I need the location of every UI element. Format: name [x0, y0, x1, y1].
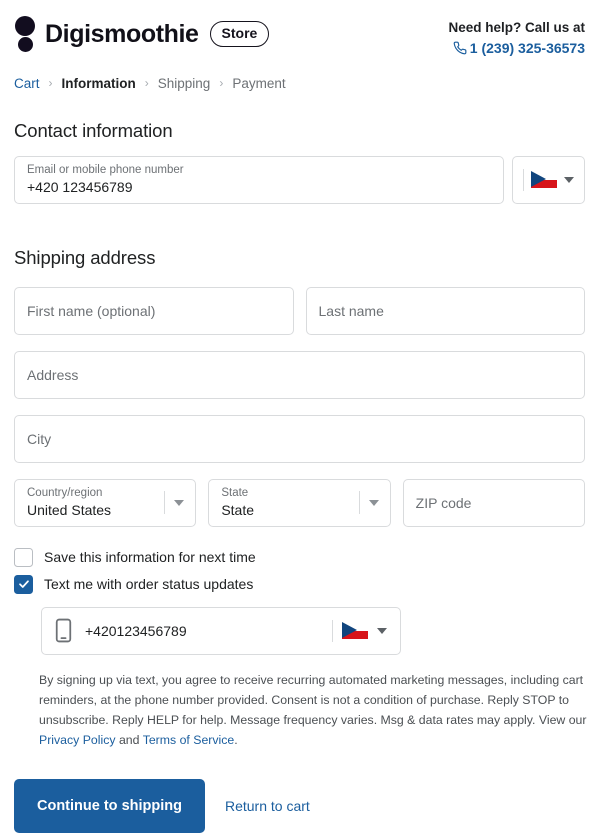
email-field-label: Email or mobile phone number: [27, 163, 184, 176]
legal-text-part-3: .: [234, 732, 238, 747]
breadcrumb-separator: ›: [219, 76, 224, 91]
address-field[interactable]: Address: [14, 350, 585, 399]
breadcrumb-item-information[interactable]: Information: [62, 76, 136, 91]
chevron-down-icon: [377, 627, 387, 634]
privacy-policy-link[interactable]: Privacy Policy: [39, 733, 116, 747]
shipping-address-section: Shipping address First name (optional) L…: [14, 247, 585, 527]
store-badge: Store: [209, 21, 270, 47]
first-name-field[interactable]: First name (optional): [14, 286, 294, 335]
breadcrumb-item-cart[interactable]: Cart: [14, 76, 40, 91]
contact-information-section: Contact information Email or mobile phon…: [14, 120, 585, 204]
terms-of-service-link[interactable]: Terms of Service: [143, 733, 235, 747]
sms-phone-field[interactable]: +420123456789: [41, 606, 401, 655]
email-or-phone-field[interactable]: Email or mobile phone number +420 123456…: [14, 155, 504, 204]
contact-input-row: Email or mobile phone number +420 123456…: [14, 155, 585, 204]
sms-legal-disclaimer: By signing up via text, you agree to rec…: [39, 671, 590, 751]
checkout-page: Digismoothie Store Need help? Call us at…: [0, 0, 599, 833]
contact-country-code-selector[interactable]: [512, 155, 585, 204]
last-name-field[interactable]: Last name: [305, 286, 585, 335]
divider: [358, 491, 360, 515]
save-information-label: Save this information for next time: [44, 549, 256, 566]
text-updates-label: Text me with order status updates: [44, 576, 254, 593]
divider: [332, 619, 333, 642]
divider: [523, 168, 524, 191]
city-field[interactable]: City: [14, 414, 585, 463]
chevron-down-icon: [564, 176, 574, 183]
help-phone-number: 1 (239) 325-36573: [469, 39, 585, 56]
breadcrumb-separator: ›: [48, 76, 53, 91]
return-to-cart-link[interactable]: Return to cart: [225, 798, 310, 814]
phone-icon: [453, 41, 467, 55]
address-placeholder: Address: [27, 366, 79, 383]
state-select-value: State: [221, 501, 255, 518]
breadcrumb: Cart › Information › Shipping › Payment: [14, 76, 585, 91]
city-placeholder: City: [27, 430, 52, 447]
state-select-label: State: [221, 486, 249, 499]
digismoothie-dots-logo-icon: [14, 14, 36, 54]
country-select-value: United States: [27, 501, 112, 518]
page-header: Digismoothie Store Need help? Call us at…: [14, 0, 585, 58]
breadcrumb-item-payment[interactable]: Payment: [232, 76, 285, 91]
help-phone-link[interactable]: 1 (239) 325-36573: [448, 38, 585, 58]
save-information-option[interactable]: Save this information for next time: [14, 547, 585, 567]
text-updates-checkbox[interactable]: [14, 574, 33, 594]
country-state-zip-row: Country/region United States State State: [14, 478, 585, 527]
name-fields-row: First name (optional) Last name: [14, 286, 585, 335]
email-field-value: +420 123456789: [27, 178, 133, 195]
divider: [164, 491, 166, 515]
chevron-down-icon: [174, 499, 185, 506]
country-region-select[interactable]: Country/region United States: [14, 478, 197, 527]
sms-phone-value: +420123456789: [85, 622, 187, 639]
form-actions: Continue to shipping Return to cart: [14, 779, 585, 833]
czech-republic-flag-icon: [342, 622, 368, 640]
text-updates-option[interactable]: Text me with order status updates: [14, 574, 585, 594]
breadcrumb-item-shipping[interactable]: Shipping: [158, 76, 211, 91]
contact-section-title: Contact information: [14, 119, 173, 141]
brand-name: Digismoothie: [45, 19, 199, 48]
help-block: Need help? Call us at 1 (239) 325-36573: [448, 14, 585, 58]
chevron-down-icon: [368, 499, 379, 506]
zip-code-placeholder: ZIP code: [415, 494, 472, 511]
first-name-placeholder: First name (optional): [27, 302, 156, 319]
help-title: Need help? Call us at: [448, 20, 585, 35]
breadcrumb-separator: ›: [144, 76, 149, 91]
brand-logo[interactable]: Digismoothie Store: [14, 14, 270, 54]
shipping-section-title: Shipping address: [14, 246, 156, 268]
save-information-checkbox[interactable]: [14, 547, 33, 567]
state-select[interactable]: State State: [208, 478, 391, 527]
continue-to-shipping-button[interactable]: Continue to shipping: [14, 779, 205, 833]
checkmark-icon: [18, 580, 29, 589]
country-select-label: Country/region: [27, 486, 103, 499]
legal-text-part-2: and: [115, 732, 143, 747]
zip-code-field[interactable]: ZIP code: [402, 478, 585, 527]
legal-text-part-1: By signing up via text, you agree to rec…: [39, 672, 587, 727]
mobile-phone-icon: [55, 619, 72, 643]
last-name-placeholder: Last name: [318, 302, 384, 319]
czech-republic-flag-icon: [531, 171, 557, 189]
